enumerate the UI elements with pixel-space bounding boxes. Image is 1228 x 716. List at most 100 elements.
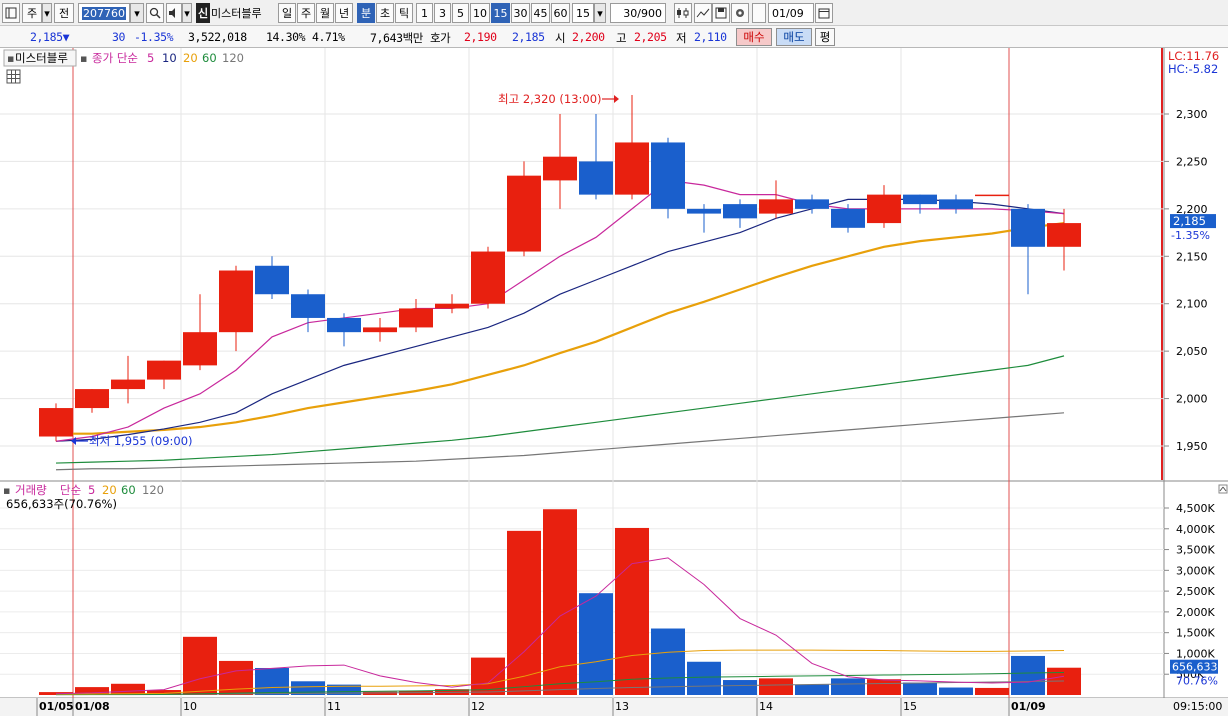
interval-dropdown-icon[interactable]: ▾ — [594, 3, 606, 23]
candle-body — [183, 332, 217, 366]
period-year[interactable]: 년 — [335, 3, 353, 23]
panel-handle-icon[interactable]: ▪ — [7, 52, 14, 65]
panel-stock-label: 미스터블루 — [15, 51, 68, 65]
high-annotation: 최고 2,320 (13:00) — [498, 92, 602, 106]
save-icon[interactable] — [712, 3, 730, 23]
open-price: 2,200 — [572, 30, 605, 44]
quote-bar: 2,185▼ 30 -1.35% 3,522,018 14.30% 4.71% … — [0, 26, 1228, 48]
low-label: 저 — [676, 31, 687, 45]
price-tick-label: 2,150 — [1176, 250, 1208, 263]
legend-ma10: 10 — [162, 51, 177, 65]
volume-tick-label: 4,000K — [1176, 523, 1215, 536]
period-day[interactable]: 일 — [278, 3, 296, 23]
candle-body — [507, 175, 541, 252]
interval-5[interactable]: 5 — [452, 3, 469, 23]
high-price: 2,205 — [634, 30, 667, 44]
period-week[interactable]: 주 — [297, 3, 315, 23]
candle-body — [903, 194, 937, 205]
x-tick-label: 14 — [759, 700, 773, 713]
x-tick-label: 12 — [471, 700, 485, 713]
candle-body — [255, 265, 289, 295]
candle-body — [579, 161, 613, 195]
period-month[interactable]: 월 — [316, 3, 334, 23]
interval-60[interactable]: 60 — [551, 3, 570, 23]
grid-toggle-icon[interactable] — [6, 69, 21, 84]
legend-ma120: 120 — [222, 51, 244, 65]
x-time-label: 09:15:00 — [1173, 700, 1222, 713]
speaker-dropdown-icon[interactable]: ▾ — [182, 3, 192, 23]
volume-bar — [975, 687, 1009, 695]
date-checkbox[interactable] — [752, 3, 766, 23]
gear-icon[interactable] — [731, 3, 749, 23]
candle-body — [219, 270, 253, 333]
volume-bar — [651, 628, 685, 695]
stock-code-input[interactable]: 207760 — [78, 3, 130, 23]
candle-body — [831, 208, 865, 228]
search-icon[interactable] — [146, 3, 164, 23]
new-badge: 신 — [196, 3, 210, 23]
volume-ma20-legend: 20 — [102, 483, 117, 497]
code-dropdown-icon[interactable]: ▾ — [130, 3, 144, 23]
volume-value: 3,522,018 — [188, 30, 247, 44]
x-tick-label: 13 — [615, 700, 629, 713]
hc-indicator: HC:-5.82 — [1168, 62, 1218, 76]
interval-30[interactable]: 30 — [511, 3, 530, 23]
period-tick[interactable]: 틱 — [395, 3, 413, 23]
interval-3[interactable]: 3 — [434, 3, 451, 23]
average-button[interactable]: 평 — [815, 28, 835, 46]
speaker-icon[interactable] — [166, 3, 182, 23]
candle-body — [615, 142, 649, 195]
price-tick-label: 2,250 — [1176, 155, 1208, 168]
chart-window: 주 ▾ 전 207760 ▾ ▾ 신 미스터블루 일 주 월 년 분 초 틱 1… — [0, 0, 1228, 716]
price-tick-label: 2,000 — [1176, 393, 1208, 406]
candle-body — [723, 204, 757, 219]
period-second[interactable]: 초 — [376, 3, 394, 23]
volume-panel-toggle-icon[interactable] — [1218, 484, 1228, 494]
sell-button[interactable]: 매도 — [776, 28, 812, 46]
current-price: 2,185▼ — [30, 30, 70, 44]
candle-body — [399, 308, 433, 328]
chart-svg[interactable]: 1,9502,0002,0502,1002,1502,2002,2502,300… — [0, 48, 1228, 716]
price-tick-label: 2,100 — [1176, 298, 1208, 311]
chart-area[interactable]: 1,950 2,000 2,050 2,100 2,150 2,200 2,250 2,300… — [0, 48, 1228, 716]
volume-bar — [255, 667, 289, 695]
volume-legend-label: 거래량 — [15, 483, 47, 497]
stock-dropdown-icon[interactable]: ▾ — [42, 3, 52, 23]
tab-stock[interactable]: 주 — [22, 3, 42, 23]
volume-tick-label: 1,000K — [1176, 647, 1215, 660]
volume-bar — [795, 684, 829, 695]
volume-tick-label: 4,500K — [1176, 502, 1215, 515]
volume-ma60-legend: 60 — [121, 483, 136, 497]
candle-body — [543, 156, 577, 181]
price-change: 30 — [112, 30, 126, 44]
tab-prev[interactable]: 전 — [54, 3, 74, 23]
price-change-pct: -1.35% — [134, 30, 174, 44]
period-minute[interactable]: 분 — [357, 3, 375, 23]
last-price-pct: -1.35% — [1171, 229, 1210, 242]
count-input[interactable]: 30/900 — [610, 3, 666, 23]
x-tick-label: 15 — [903, 700, 917, 713]
volume-bar — [759, 678, 793, 695]
volume-bar — [723, 680, 757, 695]
quote-label: 호가 — [430, 31, 451, 45]
interval-1[interactable]: 1 — [416, 3, 433, 23]
panel-toggle-icon[interactable] — [2, 3, 20, 23]
candle-body — [795, 199, 829, 209]
volume-marker-icon: ▪ — [3, 484, 10, 497]
interval-10[interactable]: 10 — [470, 3, 490, 23]
interval-45[interactable]: 45 — [531, 3, 550, 23]
x-tick-label: 01/08 — [75, 700, 110, 713]
trend-tool-icon[interactable] — [694, 3, 712, 23]
volume-bar — [615, 527, 649, 695]
candle-body — [939, 199, 973, 209]
turnover-rate: 4.71% — [312, 30, 345, 44]
volume-bar — [579, 593, 613, 695]
buy-button[interactable]: 매수 — [736, 28, 772, 46]
calendar-icon[interactable] — [815, 3, 833, 23]
volume-bar — [687, 661, 721, 695]
interval-15[interactable]: 15 — [491, 3, 510, 23]
interval-input[interactable]: 15 — [572, 3, 594, 23]
high-label: 고 — [616, 31, 627, 45]
candle-settings-icon[interactable] — [674, 3, 692, 23]
date-input[interactable]: 01/09 — [768, 3, 814, 23]
